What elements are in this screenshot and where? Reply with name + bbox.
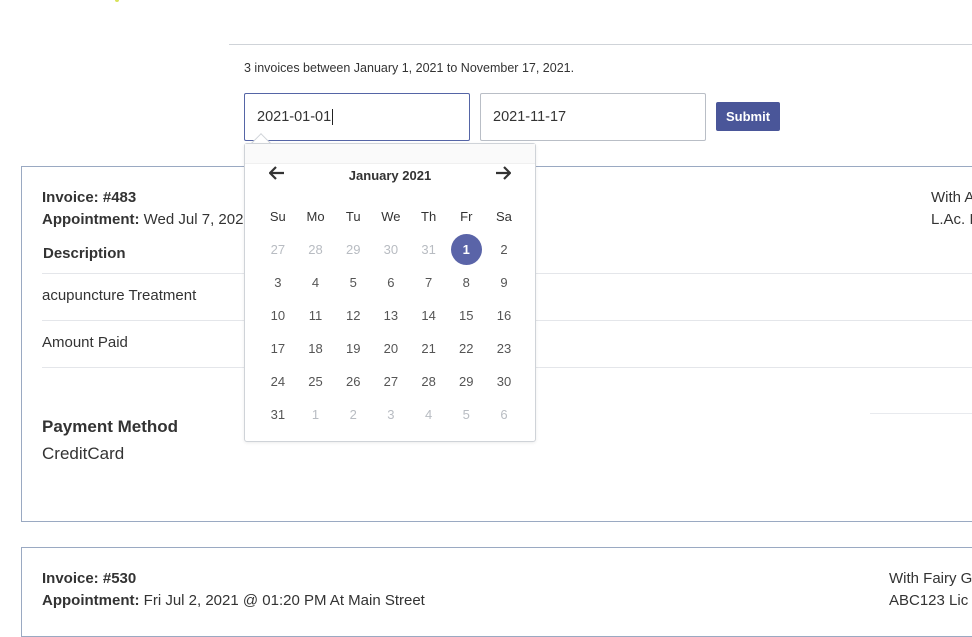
practitioner-credentials: L.Ac. I	[931, 211, 972, 228]
invoice-number-line: Invoice: #483	[42, 189, 136, 206]
calendar-day[interactable]: 9	[485, 266, 523, 299]
invoice-number: #530	[102, 570, 137, 587]
calendar-day-outside[interactable]: 2	[334, 398, 372, 431]
weekday-label: Sa	[496, 209, 512, 224]
calendar-day[interactable]: 8	[447, 266, 485, 299]
week-row: 10 11 12 13 14 15 16	[259, 299, 523, 332]
calendar-day[interactable]: 31	[259, 398, 297, 431]
calendar-day-outside[interactable]: 4	[410, 398, 448, 431]
practitioner-name: With A	[931, 189, 972, 206]
week-row: 17 18 19 20 21 22 23	[259, 332, 523, 365]
selected-day-label: 1	[450, 234, 482, 265]
payment-method-value: CreditCard	[42, 444, 125, 463]
calendar-month-title: January 2021	[348, 168, 432, 183]
line-item-description: acupuncture Treatment	[42, 287, 197, 304]
start-date-value: 2021-01-01	[257, 109, 332, 125]
weekday-label: Mo	[306, 209, 325, 224]
calendar-day[interactable]: 25	[297, 365, 335, 398]
calendar-day[interactable]: 6	[372, 266, 410, 299]
weekday-row: Su Mo Tu We Th Fr Sa	[259, 200, 523, 233]
calendar-day[interactable]: 30	[485, 365, 523, 398]
invoice-card: Invoice: #530 Appointment: Fri Jul 2, 20…	[21, 547, 972, 637]
total-divider	[870, 413, 972, 414]
calendar-day[interactable]: 14	[410, 299, 448, 332]
invoice-label: Invoice:	[42, 189, 99, 206]
start-date-input[interactable]: 2021-01-01	[244, 93, 470, 141]
arrow-right-icon[interactable]	[495, 164, 512, 184]
calendar-day[interactable]: 11	[297, 299, 335, 332]
calendar-day-outside[interactable]: 28	[297, 233, 335, 266]
calendar-header-band	[245, 144, 535, 164]
calendar-day-outside[interactable]: 1	[297, 398, 335, 431]
date-picker-calendar: January 2021 Su Mo Tu We Th Fr Sa 27 28 …	[244, 143, 536, 442]
calendar-day-outside[interactable]: 3	[372, 398, 410, 431]
appointment-label: Appointment:	[42, 592, 140, 609]
week-row: 24 25 26 27 28 29 30	[259, 365, 523, 398]
invoice-label: Invoice:	[42, 570, 99, 587]
end-date-input[interactable]: 2021-11-17	[480, 93, 706, 141]
amount-paid-label: Amount Paid	[42, 334, 128, 351]
calendar-day-outside[interactable]: 5	[447, 398, 485, 431]
end-date-value: 2021-11-17	[493, 109, 567, 125]
practitioner-license: ABC123 Lic	[889, 592, 969, 609]
appointment-value: Fri Jul 2, 2021 @ 01:20 PM At Main Stree…	[143, 592, 425, 609]
weekday-label: We	[381, 209, 401, 224]
calendar-day[interactable]: 24	[259, 365, 297, 398]
calendar-day[interactable]: 12	[334, 299, 372, 332]
invoice-summary: 3 invoices between January 1, 2021 to No…	[244, 61, 575, 75]
calendar-day-outside[interactable]: 29	[334, 233, 372, 266]
calendar-day[interactable]: 7	[410, 266, 448, 299]
text-caret	[332, 109, 334, 125]
calendar-day[interactable]: 23	[485, 332, 523, 365]
calendar-day[interactable]: 16	[485, 299, 523, 332]
calendar-day[interactable]: 18	[297, 332, 335, 365]
calendar-day[interactable]: 15	[447, 299, 485, 332]
calendar-day[interactable]: 27	[372, 365, 410, 398]
calendar-day-outside[interactable]: 27	[259, 233, 297, 266]
calendar-day[interactable]: 10	[259, 299, 297, 332]
appointment-line: Appointment: Fri Jul 2, 2021 @ 01:20 PM …	[42, 592, 425, 609]
calendar-day-selected[interactable]: 1	[447, 233, 485, 266]
calendar-day[interactable]: 26	[334, 365, 372, 398]
invoice-number-line: Invoice: #530	[42, 570, 136, 587]
payment-method-label: Payment Method	[42, 417, 179, 436]
header-divider	[229, 44, 972, 45]
calendar-day[interactable]: 22	[447, 332, 485, 365]
calendar-day[interactable]: 20	[372, 332, 410, 365]
week-row: 27 28 29 30 31 1 2	[259, 233, 523, 266]
calendar-day-outside[interactable]: 31	[410, 233, 448, 266]
calendar-day[interactable]: 2	[485, 233, 523, 266]
calendar-day[interactable]: 19	[334, 332, 372, 365]
appointment-label: Appointment:	[42, 211, 140, 228]
calendar-day-outside[interactable]: 30	[372, 233, 410, 266]
weekday-label: Th	[421, 209, 437, 224]
calendar-day[interactable]: 13	[372, 299, 410, 332]
logo-mark	[115, 0, 119, 2]
calendar-day[interactable]: 3	[259, 266, 297, 299]
calendar-day[interactable]: 29	[447, 365, 485, 398]
calendar-day-outside[interactable]: 6	[485, 398, 523, 431]
week-row: 31 1 2 3 4 5 6	[259, 398, 523, 431]
description-header: Description	[43, 245, 126, 262]
calendar-day[interactable]: 5	[334, 266, 372, 299]
invoice-number: #483	[102, 189, 137, 206]
calendar-day[interactable]: 28	[410, 365, 448, 398]
calendar-grid: Su Mo Tu We Th Fr Sa 27 28 29 30 31 1 2 …	[259, 200, 523, 431]
submit-button[interactable]: Submit	[716, 102, 780, 131]
calendar-day[interactable]: 21	[410, 332, 448, 365]
weekday-label: Su	[269, 209, 286, 224]
week-row: 3 4 5 6 7 8 9	[259, 266, 523, 299]
practitioner-name: With Fairy G	[889, 570, 972, 587]
calendar-day[interactable]: 4	[297, 266, 335, 299]
weekday-label: Tu	[345, 209, 361, 224]
calendar-day[interactable]: 17	[259, 332, 297, 365]
weekday-label: Fr	[460, 209, 473, 224]
